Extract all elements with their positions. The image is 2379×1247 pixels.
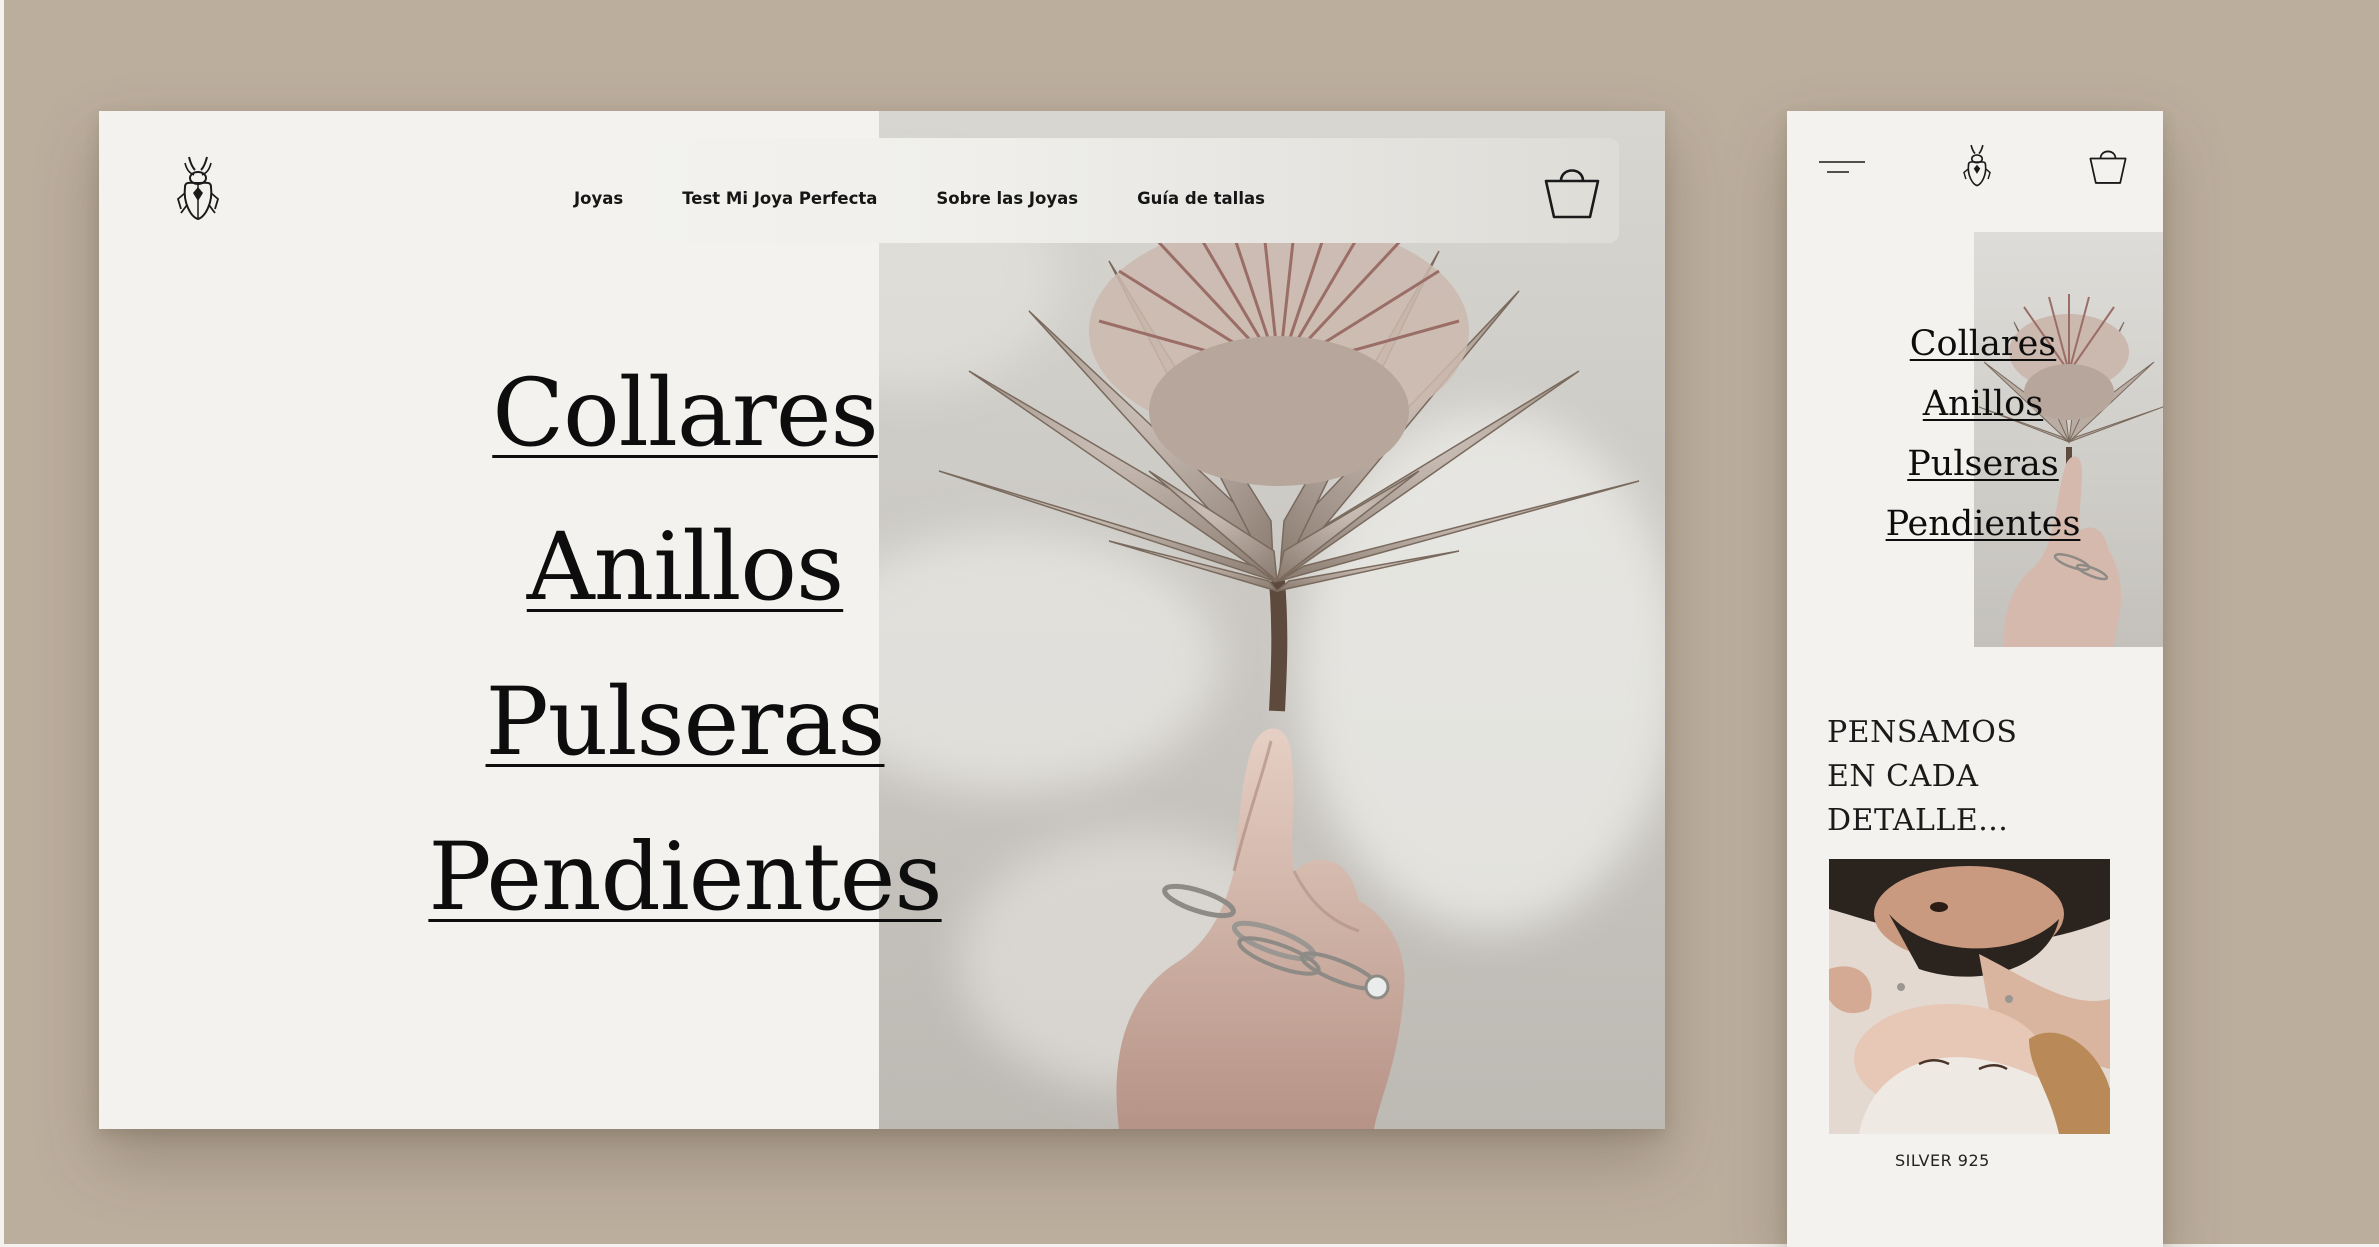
category-link-collares[interactable]: Collares bbox=[99, 367, 1271, 461]
category-list: Collares Anillos Pulseras Pendientes bbox=[99, 111, 1665, 1129]
mobile-category-link-pulseras[interactable]: Pulseras bbox=[1863, 447, 2103, 482]
category-link-pendientes[interactable]: Pendientes bbox=[99, 831, 1271, 925]
section-headline: PENSAMOS EN CADA DETALLE... bbox=[1827, 715, 2018, 838]
category-link-anillos[interactable]: Anillos bbox=[99, 521, 1271, 615]
desktop-mockup: Joyas Test Mi Joya Perfecta Sobre las Jo… bbox=[99, 111, 1665, 1129]
beetle-logo-icon[interactable] bbox=[1962, 141, 1992, 191]
category-link-pulseras[interactable]: Pulseras bbox=[99, 676, 1271, 770]
mobile-mockup: Collares Anillos Pulseras Pendientes PEN… bbox=[1787, 111, 2163, 1247]
mobile-hero-photo bbox=[1974, 232, 2163, 647]
couple-jewelry-photo bbox=[1829, 859, 2110, 1134]
couple-photo-illustration bbox=[1829, 859, 2110, 1134]
mobile-category-link-collares[interactable]: Collares bbox=[1863, 327, 2103, 362]
mobile-category-link-anillos[interactable]: Anillos bbox=[1863, 387, 2103, 422]
product-caption: SILVER 925 bbox=[1895, 1151, 1990, 1170]
mobile-category-link-pendientes[interactable]: Pendientes bbox=[1863, 507, 2103, 542]
protea-flower-hand-illustration bbox=[1978, 294, 2163, 647]
hamburger-menu-icon[interactable] bbox=[1819, 156, 1865, 178]
shopping-basket-icon[interactable] bbox=[2088, 145, 2128, 187]
